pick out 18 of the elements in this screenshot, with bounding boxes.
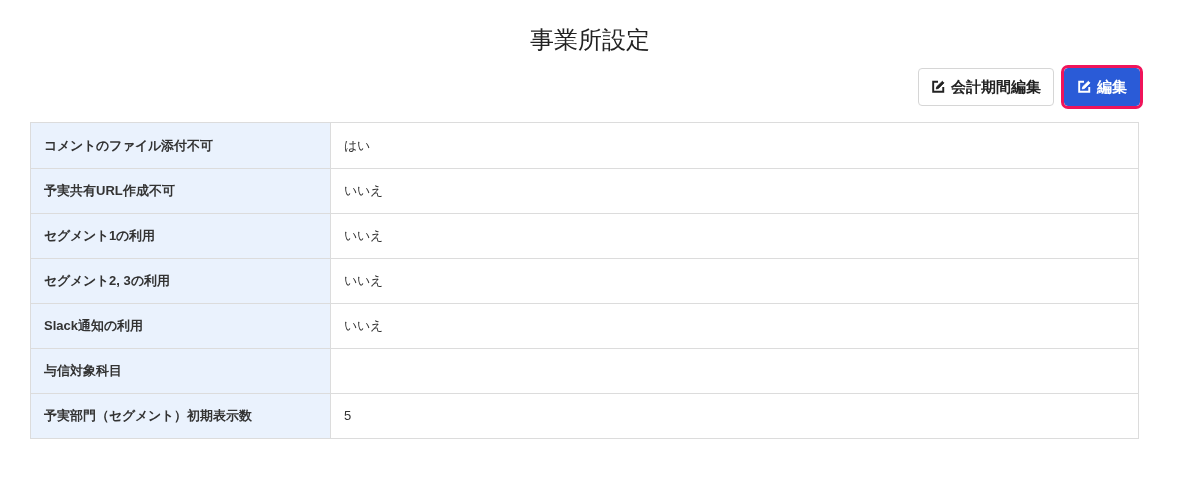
setting-label: セグメント1の利用: [31, 214, 331, 258]
setting-value: いいえ: [343, 227, 384, 246]
edit-button[interactable]: 会計期間編集: [918, 68, 1054, 106]
setting-value: いいえ: [343, 272, 384, 291]
page-title: 事業所設定: [530, 25, 650, 55]
edit-icon: [1077, 80, 1091, 94]
setting-value: いいえ: [343, 182, 384, 201]
setting-value: いいえ: [343, 317, 384, 336]
edit-button[interactable]: 編集: [1064, 68, 1140, 106]
setting-value: はい: [343, 136, 371, 155]
setting-value: 5: [343, 407, 353, 426]
setting-label: 予実部門（セグメント）初期表示数: [31, 394, 331, 438]
edit-icon: [931, 80, 945, 94]
setting-label: 予実共有URL作成不可: [31, 169, 331, 213]
setting-label: Slack通知の利用: [31, 304, 331, 348]
setting-label: セグメント2, 3の利用: [31, 259, 331, 303]
setting-label: コメントのファイル添付不可: [31, 123, 331, 168]
setting-label: 与信対象科目: [31, 349, 331, 393]
